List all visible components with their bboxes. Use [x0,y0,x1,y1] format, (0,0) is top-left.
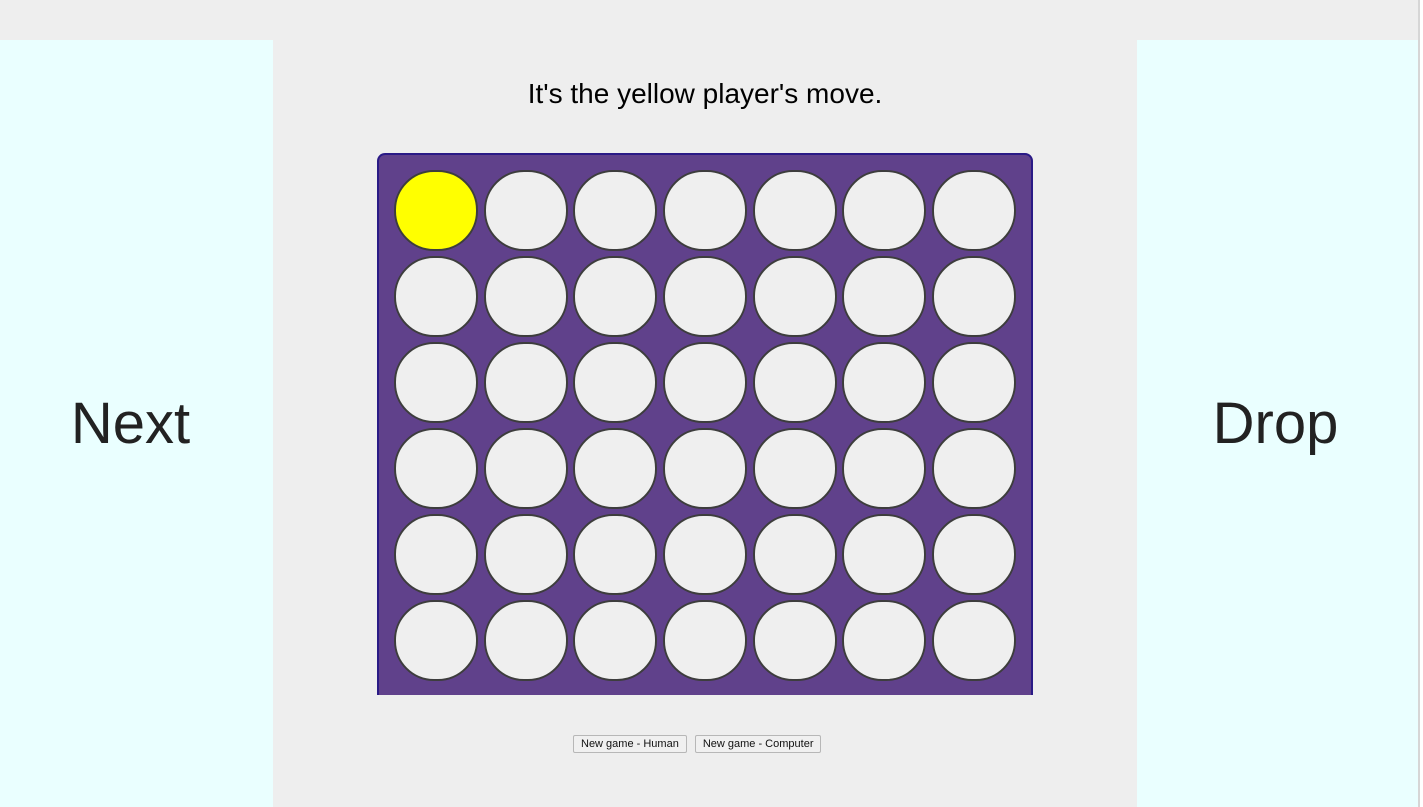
next-panel[interactable]: Next [0,40,273,807]
empty-slot[interactable] [753,256,837,337]
empty-slot[interactable] [753,342,837,423]
empty-slot[interactable] [753,428,837,509]
empty-slot[interactable] [932,256,1016,337]
empty-slot[interactable] [932,342,1016,423]
empty-slot[interactable] [753,514,837,595]
new-game-buttons: New game - Human New game - Computer [573,735,822,753]
empty-slot[interactable] [842,600,926,681]
empty-slot[interactable] [484,428,568,509]
drop-panel[interactable]: Drop [1137,40,1418,807]
empty-slot[interactable] [663,514,747,595]
empty-slot[interactable] [842,342,926,423]
empty-slot[interactable] [573,600,657,681]
empty-slot[interactable] [484,342,568,423]
new-game-human-button[interactable]: New game - Human [573,735,687,753]
empty-slot[interactable] [842,170,926,251]
empty-slot[interactable] [394,342,478,423]
scrollbar[interactable] [1418,0,1423,807]
empty-slot[interactable] [484,600,568,681]
empty-slot[interactable] [932,428,1016,509]
empty-slot[interactable] [663,428,747,509]
empty-slot[interactable] [842,514,926,595]
empty-slot[interactable] [394,600,478,681]
status-message: It's the yellow player's move. [527,78,883,109]
empty-slot[interactable] [932,600,1016,681]
empty-slot[interactable] [573,342,657,423]
game-board [377,153,1033,695]
empty-slot[interactable] [753,170,837,251]
empty-slot[interactable] [663,256,747,337]
empty-slot[interactable] [484,256,568,337]
new-game-computer-button[interactable]: New game - Computer [694,735,822,753]
empty-slot[interactable] [663,342,747,423]
empty-slot[interactable] [842,428,926,509]
empty-slot[interactable] [394,514,478,595]
empty-slot[interactable] [484,514,568,595]
empty-slot[interactable] [573,428,657,509]
empty-slot[interactable] [932,514,1016,595]
empty-slot[interactable] [663,600,747,681]
empty-slot[interactable] [484,170,568,251]
yellow-disc[interactable] [394,170,478,251]
empty-slot[interactable] [573,256,657,337]
empty-slot[interactable] [842,256,926,337]
empty-slot[interactable] [573,170,657,251]
next-label: Next [70,391,191,456]
empty-slot[interactable] [394,428,478,509]
empty-slot[interactable] [394,256,478,337]
empty-slot[interactable] [932,170,1016,251]
empty-slot[interactable] [753,600,837,681]
drop-label: Drop [1212,391,1339,456]
empty-slot[interactable] [663,170,747,251]
empty-slot[interactable] [573,514,657,595]
